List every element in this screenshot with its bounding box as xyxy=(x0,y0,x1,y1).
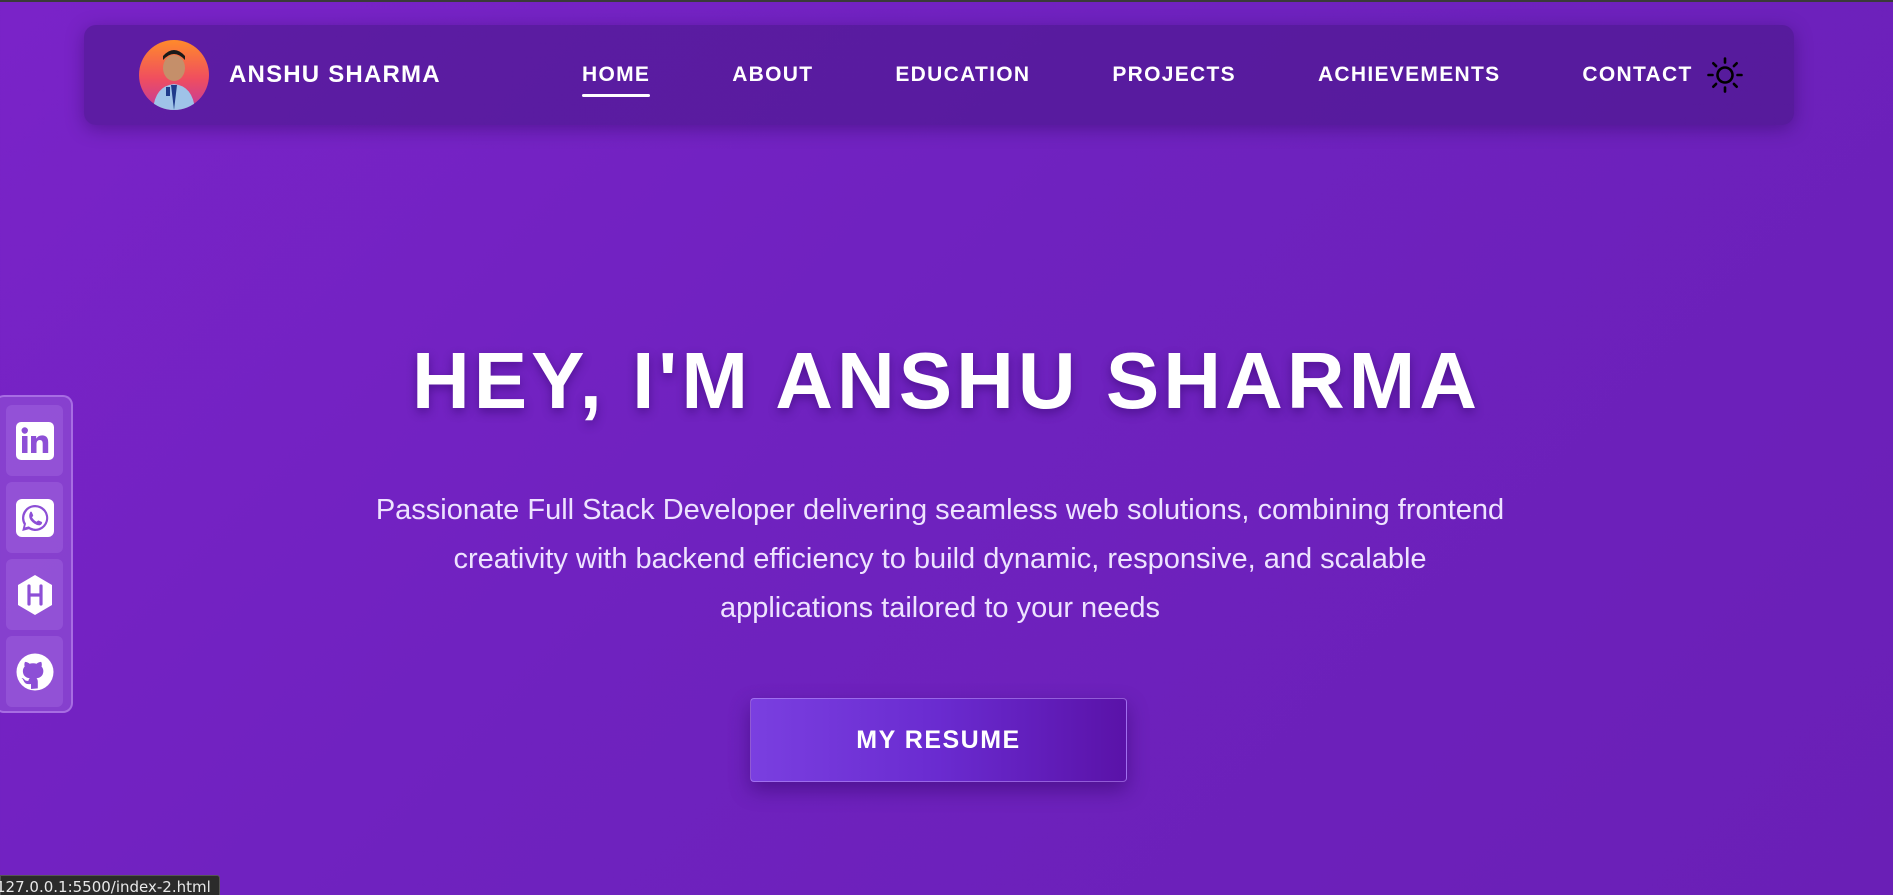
resume-button[interactable]: MY RESUME xyxy=(750,698,1127,782)
nav-link-home[interactable]: HOME xyxy=(582,57,651,97)
brand-link[interactable]: ANSHU SHARMA xyxy=(139,40,441,110)
nav-link-projects[interactable]: PROJECTS xyxy=(1112,57,1236,93)
nav-link-contact[interactable]: CONTACT xyxy=(1582,57,1692,93)
brand-name: ANSHU SHARMA xyxy=(229,61,441,88)
social-sidebar xyxy=(0,395,73,713)
sun-icon xyxy=(1707,57,1743,93)
whatsapp-link[interactable] xyxy=(6,482,63,553)
theme-toggle-button[interactable] xyxy=(1706,56,1744,94)
hero-title: HEY, I'M ANSHU SHARMA xyxy=(412,336,1481,425)
hero-description: Passionate Full Stack Developer deliveri… xyxy=(375,494,1505,624)
avatar xyxy=(139,40,209,110)
nav-link-achievements[interactable]: ACHIEVEMENTS xyxy=(1318,57,1500,93)
nav-links: HOME ABOUT EDUCATION PROJECTS ACHIEVEMEN… xyxy=(582,25,1693,125)
status-bar-url: 127.0.0.1:5500/index-2.html xyxy=(0,875,220,895)
hackerrank-link[interactable] xyxy=(6,559,63,630)
github-link[interactable] xyxy=(6,636,63,707)
whatsapp-icon xyxy=(15,498,54,537)
nav-link-about[interactable]: ABOUT xyxy=(732,57,813,93)
navbar: ANSHU SHARMA HOME ABOUT EDUCATION PROJEC… xyxy=(84,25,1794,125)
github-icon xyxy=(16,653,53,690)
nav-link-education[interactable]: EDUCATION xyxy=(895,57,1030,93)
hackerrank-icon xyxy=(17,574,52,615)
